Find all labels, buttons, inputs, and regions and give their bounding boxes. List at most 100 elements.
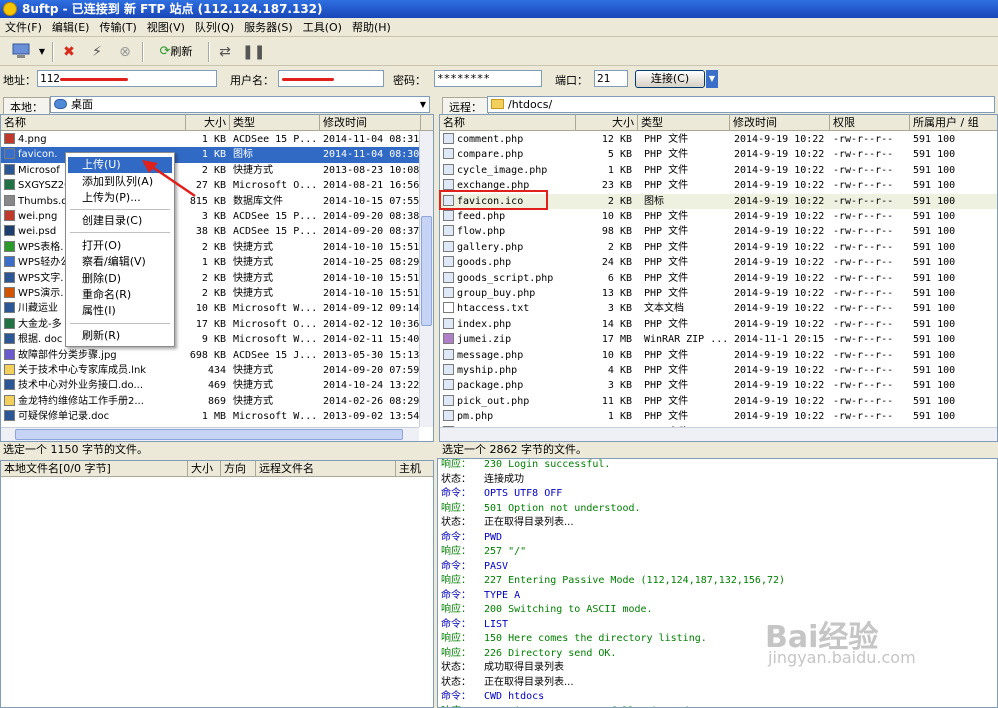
file-size: 1 KB <box>201 257 226 269</box>
remote-file-row[interactable]: pick_out.php 11 KB PHP 文件 2014-9-19 10:22 -r… <box>440 394 997 409</box>
col-direction[interactable]: 方向 <box>221 461 256 477</box>
password-value: ******** <box>437 72 490 85</box>
col-name[interactable]: 名称 <box>440 115 576 131</box>
col-size[interactable]: 大小 <box>186 115 230 131</box>
connect-button[interactable]: 连接(C) <box>635 70 705 88</box>
port-input[interactable]: 21 <box>594 70 628 87</box>
local-horizontal-scrollbar[interactable] <box>1 427 419 441</box>
remote-file-row[interactable]: flow.php 98 KB PHP 文件 2014-9-19 10:22 -rw-r-… <box>440 224 997 239</box>
password-label: 密码： <box>393 74 426 87</box>
menu-edit[interactable]: 编辑(E) <box>47 18 95 37</box>
remote-file-row[interactable]: pm.php 1 KB PHP 文件 2014-9-19 10:22 -rw-r--r-… <box>440 409 997 424</box>
log-message: 连接成功 <box>484 473 524 485</box>
file-size: 1 KB <box>607 411 632 423</box>
menu-item-delete[interactable]: 删除(D) <box>68 271 172 287</box>
menu-item-refresh[interactable]: 刷新(R) <box>68 328 172 344</box>
col-name[interactable]: 名称 <box>1 115 186 131</box>
col-remote-filename[interactable]: 远程文件名 <box>256 461 396 477</box>
col-modified[interactable]: 修改时间 <box>320 115 421 131</box>
menu-help[interactable]: 帮助(H) <box>347 18 396 37</box>
col-size[interactable]: 大小 <box>576 115 638 131</box>
col-type[interactable]: 类型 <box>230 115 320 131</box>
col-type[interactable]: 类型 <box>638 115 730 131</box>
remote-file-row[interactable]: compare.php 5 KB PHP 文件 2014-9-19 10:22 -rw-… <box>440 147 997 162</box>
message-log: 响应： 230 Login successful. 状态： 连接成功 命令： OPTS U… <box>437 458 998 708</box>
remote-file-row[interactable]: myship.php 4 KB PHP 文件 2014-9-19 10:22 -rw-r… <box>440 363 997 378</box>
col-size[interactable]: 大小 <box>188 461 221 477</box>
file-type: Microsoft O... <box>233 180 318 192</box>
pause-button[interactable]: ❚❚ <box>242 42 265 62</box>
file-name-cell: gallery.php <box>443 240 575 255</box>
file-name: Microsof <box>18 164 60 176</box>
local-file-row[interactable]: 故障部件分类步骤.jpg 698 KB ACDSee 15 J... 2013-05-… <box>1 348 433 363</box>
file-modified: 2014-11-1 20:15 <box>734 334 825 346</box>
local-file-row[interactable]: 金龙特约维修站工作手册2... 869 快捷方式 2014-02-26 08:29 <box>1 394 433 409</box>
menu-tools[interactable]: 工具(O) <box>298 18 347 37</box>
transfer-button[interactable]: ⇄ <box>214 42 236 62</box>
local-path-select[interactable]: 桌面 ▼ <box>50 96 430 113</box>
menu-item-create-directory[interactable]: 创建目录(C) <box>68 213 172 229</box>
connect-dropdown[interactable]: ▼ <box>706 70 718 88</box>
remote-file-row[interactable]: package.php 3 KB PHP 文件 2014-9-19 10:22 -rw-… <box>440 378 997 393</box>
site-manager-button[interactable] <box>8 42 34 62</box>
remote-horizontal-scrollbar[interactable] <box>440 427 997 441</box>
refresh-button[interactable]: ⟳刷新 <box>150 42 202 62</box>
remote-file-row[interactable]: htaccess.txt 3 KB 文本文档 2014-9-19 10:22 -rw-r… <box>440 301 997 316</box>
file-permissions: -rw-r--r-- <box>833 318 894 330</box>
menu-view[interactable]: 视图(V) <box>142 18 190 37</box>
file-modified: 2014-9-19 10:22 <box>734 195 825 207</box>
file-type: PHP 文件 <box>644 257 689 269</box>
remote-file-row[interactable]: gallery.php 2 KB PHP 文件 2014-9-19 10:22 -rw-… <box>440 240 997 255</box>
desktop-icon <box>54 99 67 109</box>
disconnect-button[interactable]: ✖ <box>58 42 80 62</box>
file-size: 6 KB <box>607 272 632 284</box>
file-name: WPS文字. <box>18 272 64 284</box>
scroll-thumb[interactable] <box>421 216 432 326</box>
file-type: PHP 文件 <box>644 226 689 238</box>
log-message: PWD <box>484 531 503 543</box>
col-local-filename[interactable]: 本地文件名[0/0 字节] <box>1 461 188 477</box>
local-file-row[interactable]: 可疑保修单记录.doc 1 MB Microsoft W... 2013-09-02 … <box>1 409 433 424</box>
file-name: SXGYSZ20 <box>18 180 71 192</box>
file-name: 川藏运业 <box>18 303 58 315</box>
remote-file-row[interactable]: jumei.zip 17 MB WinRAR ZIP ... 2014-11-1 20… <box>440 332 997 347</box>
file-size: 4 KB <box>607 365 632 376</box>
log-label: 命令： <box>441 589 471 601</box>
log-label: 状态： <box>441 676 471 688</box>
menu-item-view-edit[interactable]: 察看/编辑(V) <box>68 254 172 270</box>
col-host[interactable]: 主机 <box>396 461 433 477</box>
reconnect-button[interactable]: ⚡ <box>86 42 108 62</box>
menu-item-open[interactable]: 打开(O) <box>68 238 172 254</box>
local-vertical-scrollbar[interactable] <box>419 131 433 427</box>
file-name-cell: package.php <box>443 378 575 393</box>
remote-file-row[interactable]: goods_script.php 6 KB PHP 文件 2014-9-19 10:2… <box>440 271 997 286</box>
file-name: 根据. doc <box>18 334 63 346</box>
remote-path-select[interactable]: /htdocs/ <box>487 96 995 113</box>
col-modified[interactable]: 修改时间 <box>730 115 830 131</box>
file-name: 技术中心对外业务接口.do... <box>18 380 144 392</box>
remote-file-row[interactable]: index.php 14 KB PHP 文件 2014-9-19 10:22 -rw-r… <box>440 317 997 332</box>
menu-transfer[interactable]: 传输(T) <box>94 18 141 37</box>
file-icon <box>4 348 15 360</box>
col-owner[interactable]: 所属用户 / 组 <box>910 115 997 131</box>
remote-file-row[interactable]: comment.php 12 KB PHP 文件 2014-9-19 10:22 -rw… <box>440 132 997 147</box>
local-file-row[interactable]: 关于技术中心专家库成员.lnk 434 快捷方式 2014-09-20 07:59 <box>1 363 433 378</box>
menu-server[interactable]: 服务器(S) <box>239 18 298 37</box>
local-file-row[interactable]: 技术中心对外业务接口.do... 469 快捷方式 2014-10-24 13:22 <box>1 378 433 393</box>
col-permissions[interactable]: 权限 <box>830 115 910 131</box>
scroll-thumb[interactable] <box>15 429 403 440</box>
stop-button[interactable]: ⊗ <box>114 42 136 62</box>
menu-file[interactable]: 文件(F) <box>0 18 47 37</box>
password-input[interactable]: ******** <box>434 70 542 87</box>
file-permissions: -rw-r--r-- <box>833 241 894 253</box>
remote-file-row[interactable]: goods.php 24 KB PHP 文件 2014-9-19 10:22 -rw-r… <box>440 255 997 270</box>
local-file-row[interactable]: 4.png 1 KB ACDSee 15 P... 2014-11-04 08:31 <box>1 132 433 147</box>
remote-file-row[interactable]: feed.php 10 KB PHP 文件 2014-9-19 10:22 -rw-r-… <box>440 209 997 224</box>
remote-file-row[interactable]: cycle_image.php 1 KB PHP 文件 2014-9-19 10:22… <box>440 163 997 178</box>
menu-item-properties[interactable]: 属性(I) <box>68 303 172 319</box>
menu-queue[interactable]: 队列(Q) <box>190 18 239 37</box>
site-manager-dropdown[interactable]: ▼ <box>36 42 48 62</box>
remote-file-row[interactable]: message.php 10 KB PHP 文件 2014-9-19 10:22 -rw… <box>440 348 997 363</box>
menu-item-rename[interactable]: 重命名(R) <box>68 287 172 303</box>
remote-file-row[interactable]: group_buy.php 13 KB PHP 文件 2014-9-19 10:22-… <box>440 286 997 301</box>
